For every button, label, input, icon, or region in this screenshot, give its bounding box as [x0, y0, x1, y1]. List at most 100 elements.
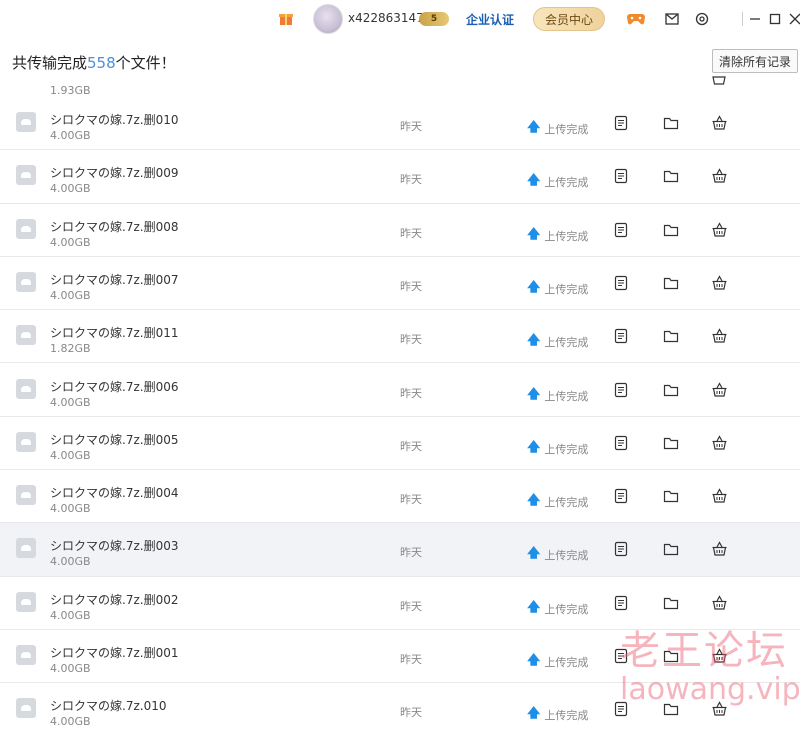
document-icon[interactable] — [612, 221, 630, 239]
folder-icon[interactable] — [662, 540, 680, 558]
folder-icon[interactable] — [662, 647, 680, 665]
list-item[interactable]: シロクマの嫁.7z.删005 4.00GB 昨天 🡅 上传完成 — [0, 416, 800, 471]
transfer-date: 昨天 — [400, 653, 422, 666]
transfer-status: 🡅 上传完成 — [527, 278, 588, 300]
document-icon[interactable] — [612, 167, 630, 185]
list-item[interactable]: シロクマの嫁.7z.删004 4.00GB 昨天 🡅 上传完成 — [0, 470, 800, 524]
file-size: 1.82GB — [50, 342, 91, 356]
folder-icon[interactable] — [662, 434, 680, 452]
basket-icon[interactable] — [710, 700, 728, 718]
file-name[interactable]: シロクマの嫁.7z.删007 — [50, 271, 178, 288]
document-icon[interactable] — [612, 540, 630, 558]
file-size: 4.00GB — [50, 288, 91, 302]
basket-icon[interactable] — [710, 274, 728, 292]
file-size: 4.00GB — [50, 715, 91, 729]
document-icon[interactable] — [612, 700, 630, 718]
transfer-status: 🡅 上传完成 — [527, 598, 588, 620]
file-name[interactable]: シロクマの嫁.7z.删009 — [50, 164, 178, 181]
file-name[interactable]: シロクマの嫁.7z.删004 — [50, 484, 178, 501]
file-name[interactable]: シロクマの嫁.7z.删001 — [50, 644, 178, 661]
cloud-file-icon — [16, 218, 36, 239]
basket-icon[interactable] — [710, 594, 728, 612]
basket-icon[interactable] — [710, 434, 728, 452]
transfer-status: 🡅 上传完成 — [527, 171, 588, 193]
file-name[interactable]: シロクマの嫁.7z.删002 — [50, 591, 178, 608]
file-size: 1.93GB — [50, 84, 91, 97]
folder-icon[interactable] — [662, 167, 680, 185]
enterprise-verify-link[interactable]: 企业认证 — [466, 11, 514, 28]
basket-icon[interactable] — [710, 327, 728, 345]
status-label: 上传完成 — [544, 123, 589, 136]
folder-icon[interactable] — [662, 594, 680, 612]
settings-icon[interactable] — [693, 10, 711, 28]
file-name[interactable]: シロクマの嫁.7z.删010 — [50, 111, 178, 128]
cloud-file-icon — [16, 485, 36, 506]
file-name[interactable]: シロクマの嫁.7z.删011 — [50, 324, 178, 341]
folder-icon[interactable] — [662, 327, 680, 345]
game-icon[interactable] — [627, 10, 645, 28]
cloud-file-icon — [16, 378, 36, 399]
upload-arrow-icon: 🡅 — [527, 120, 541, 135]
file-name[interactable]: シロクマの嫁.7z.删005 — [50, 431, 178, 448]
basket-icon[interactable] — [710, 540, 728, 558]
file-name[interactable]: シロクマの嫁.7z.删008 — [50, 218, 178, 235]
transfer-date: 昨天 — [400, 333, 422, 347]
document-icon[interactable] — [612, 434, 630, 452]
document-icon[interactable] — [612, 114, 630, 132]
vip-badge[interactable]: 5 — [419, 12, 449, 26]
status-label: 上传完成 — [544, 282, 589, 296]
list-item[interactable]: シロクマの嫁.7z.删010 4.00GB 昨天 🡅 上传完成 — [0, 97, 800, 151]
title-bar: x422863147 5 企业认证 会员中心 — [0, 0, 800, 40]
folder-icon[interactable] — [662, 700, 680, 718]
folder-icon[interactable] — [662, 381, 680, 399]
basket-icon[interactable] — [710, 76, 728, 87]
mail-icon[interactable] — [663, 10, 681, 28]
document-icon[interactable] — [612, 327, 630, 345]
file-name[interactable]: シロクマの嫁.7z.删006 — [50, 378, 178, 395]
file-name[interactable]: シロクマの嫁.7z.010 — [50, 697, 166, 714]
document-icon[interactable] — [612, 381, 630, 399]
list-item[interactable]: シロクマの嫁.7z.删011 1.82GB 昨天 🡅 上传完成 — [0, 310, 800, 364]
avatar[interactable] — [313, 4, 343, 34]
list-item[interactable]: シロクマの嫁.7z.删003 4.00GB 昨天 🡅 上传完成 — [0, 523, 800, 577]
list-item[interactable]: シロクマの嫁.7z.删006 4.00GB 昨天 🡅 上传完成 — [0, 363, 800, 417]
folder-icon[interactable] — [662, 487, 680, 505]
upload-arrow-icon: 🡅 — [527, 439, 541, 455]
basket-icon[interactable] — [710, 114, 728, 132]
document-icon[interactable] — [612, 274, 630, 292]
transfer-summary-title: 共传输完成558个文件！ — [12, 52, 176, 73]
list-item[interactable]: シロクマの嫁.7z.删008 4.00GB 昨天 🡅 上传完成 — [0, 203, 800, 257]
transfer-summary-header: 共传输完成558个文件！ 清除所有记录 — [0, 44, 800, 76]
folder-icon[interactable] — [662, 274, 680, 292]
close-icon[interactable] — [786, 10, 800, 28]
file-name[interactable]: シロクマの嫁.7z.删003 — [50, 537, 178, 554]
status-label: 上传完成 — [544, 549, 589, 563]
basket-icon[interactable] — [710, 167, 728, 185]
username[interactable]: x422863147 — [348, 11, 424, 25]
list-item[interactable]: シロクマの嫁.7z.010 4.00GB 昨天 🡅 上传完成 — [0, 683, 800, 733]
gift-icon[interactable] — [278, 10, 294, 26]
basket-icon[interactable] — [710, 221, 728, 239]
list-item[interactable]: シロクマの嫁.7z.删009 4.00GB 昨天 🡅 上传完成 — [0, 150, 800, 204]
member-center-button[interactable]: 会员中心 — [533, 7, 605, 31]
document-icon[interactable] — [612, 647, 630, 665]
document-icon[interactable] — [612, 487, 630, 505]
clear-all-records-button[interactable]: 清除所有记录 — [712, 49, 798, 73]
list-item[interactable]: シロクマの嫁.7z.删001 4.00GB 昨天 🡅 上传完成 — [0, 630, 800, 684]
maximize-icon[interactable] — [766, 10, 784, 28]
minimize-icon[interactable] — [746, 10, 764, 28]
folder-icon[interactable] — [662, 221, 680, 239]
list-item[interactable]: シロクマの嫁.7z.删002 4.00GB 昨天 🡅 上传完成 — [0, 576, 800, 630]
upload-arrow-icon: 🡅 — [527, 226, 541, 242]
basket-icon[interactable] — [710, 487, 728, 505]
cloud-file-icon — [16, 645, 36, 665]
basket-icon[interactable] — [710, 381, 728, 399]
cloud-file-icon — [16, 698, 36, 719]
transfer-status: 🡅 上传完成 — [527, 544, 588, 566]
list-item[interactable]: シロクマの嫁.7z.删007 4.00GB 昨天 🡅 上传完成 — [0, 256, 800, 311]
basket-icon[interactable] — [710, 647, 728, 665]
folder-icon[interactable] — [662, 114, 680, 132]
transfer-status: 🡅 上传完成 — [527, 491, 588, 513]
document-icon[interactable] — [612, 594, 630, 612]
transfer-date: 昨天 — [400, 386, 422, 400]
